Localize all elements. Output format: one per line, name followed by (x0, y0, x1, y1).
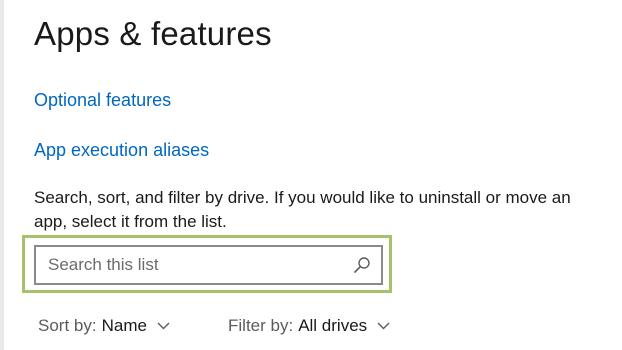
filter-label: Filter by: (228, 316, 294, 335)
search-box[interactable] (34, 245, 383, 285)
chevron-down-icon (377, 322, 390, 330)
search-input[interactable] (36, 247, 348, 283)
chevron-down-icon (157, 322, 170, 330)
left-edge-divider (0, 0, 4, 350)
optional-features-link[interactable]: Optional features (34, 88, 171, 112)
sort-label: Sort by: (38, 316, 97, 335)
sort-dropdown[interactable]: Sort by: Name (38, 314, 170, 338)
description-text: Search, sort, and filter by drive. If yo… (34, 188, 571, 231)
page-title: Apps & features (34, 15, 272, 52)
sort-value: Name (101, 316, 147, 335)
search-icon[interactable] (353, 256, 371, 274)
filter-dropdown[interactable]: Filter by: All drives (228, 314, 390, 338)
app-execution-aliases-link[interactable]: App execution aliases (34, 138, 209, 162)
filter-value: All drives (298, 316, 368, 335)
